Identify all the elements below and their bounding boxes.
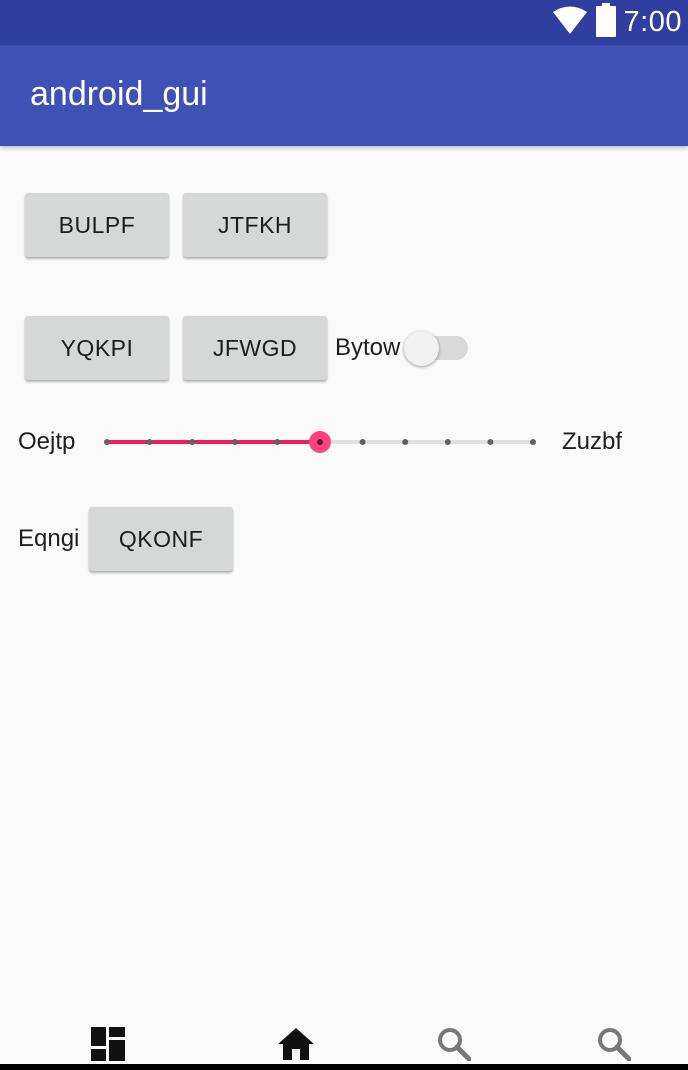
search-icon[interactable] (594, 1024, 634, 1064)
jtfkh-button[interactable]: JTFKH (183, 193, 327, 257)
slider-tick (274, 439, 281, 445)
slider-tick (487, 439, 494, 445)
jfwgd-button[interactable]: JFWGD (183, 316, 327, 380)
qkonf-button[interactable]: QKONF (89, 507, 233, 571)
slider-left-label: Oejtp (18, 428, 76, 455)
status-time: 7:00 (623, 6, 682, 38)
status-bar: 7:00 (0, 0, 688, 45)
app-title: android_gui (30, 75, 208, 113)
discrete-slider[interactable] (96, 422, 546, 462)
dashboard-icon[interactable] (88, 1024, 128, 1064)
slider-tick (231, 439, 238, 445)
battery-icon (595, 3, 616, 42)
slider-tick (146, 439, 153, 445)
wifi-icon (552, 5, 588, 40)
slider-thumb-tick (317, 439, 323, 445)
slider-right-label: Zuzbf (562, 428, 623, 455)
app-bar: android_gui (0, 45, 688, 146)
slider-tick (189, 439, 196, 445)
switch-thumb[interactable] (404, 331, 439, 366)
slider-tick (402, 439, 409, 445)
status-icons: 7:00 (552, 0, 682, 45)
slider-tick (104, 439, 110, 445)
home-icon[interactable] (276, 1024, 316, 1064)
screen: 7:00 android_gui BULPF JTFKH YQKPI JFWGD… (0, 0, 688, 1070)
slider-tick (444, 439, 451, 445)
bulpf-button[interactable]: BULPF (25, 193, 169, 257)
eqngi-label: Eqngi (18, 525, 80, 552)
yqkpi-button[interactable]: YQKPI (25, 316, 169, 380)
slider-tick (359, 439, 366, 445)
bottom-navigation (0, 1010, 688, 1070)
switch-label: Bytow (335, 334, 401, 361)
slider-tick (530, 439, 536, 445)
navigation-bar-edge (0, 1064, 688, 1070)
search-icon[interactable] (434, 1024, 474, 1064)
